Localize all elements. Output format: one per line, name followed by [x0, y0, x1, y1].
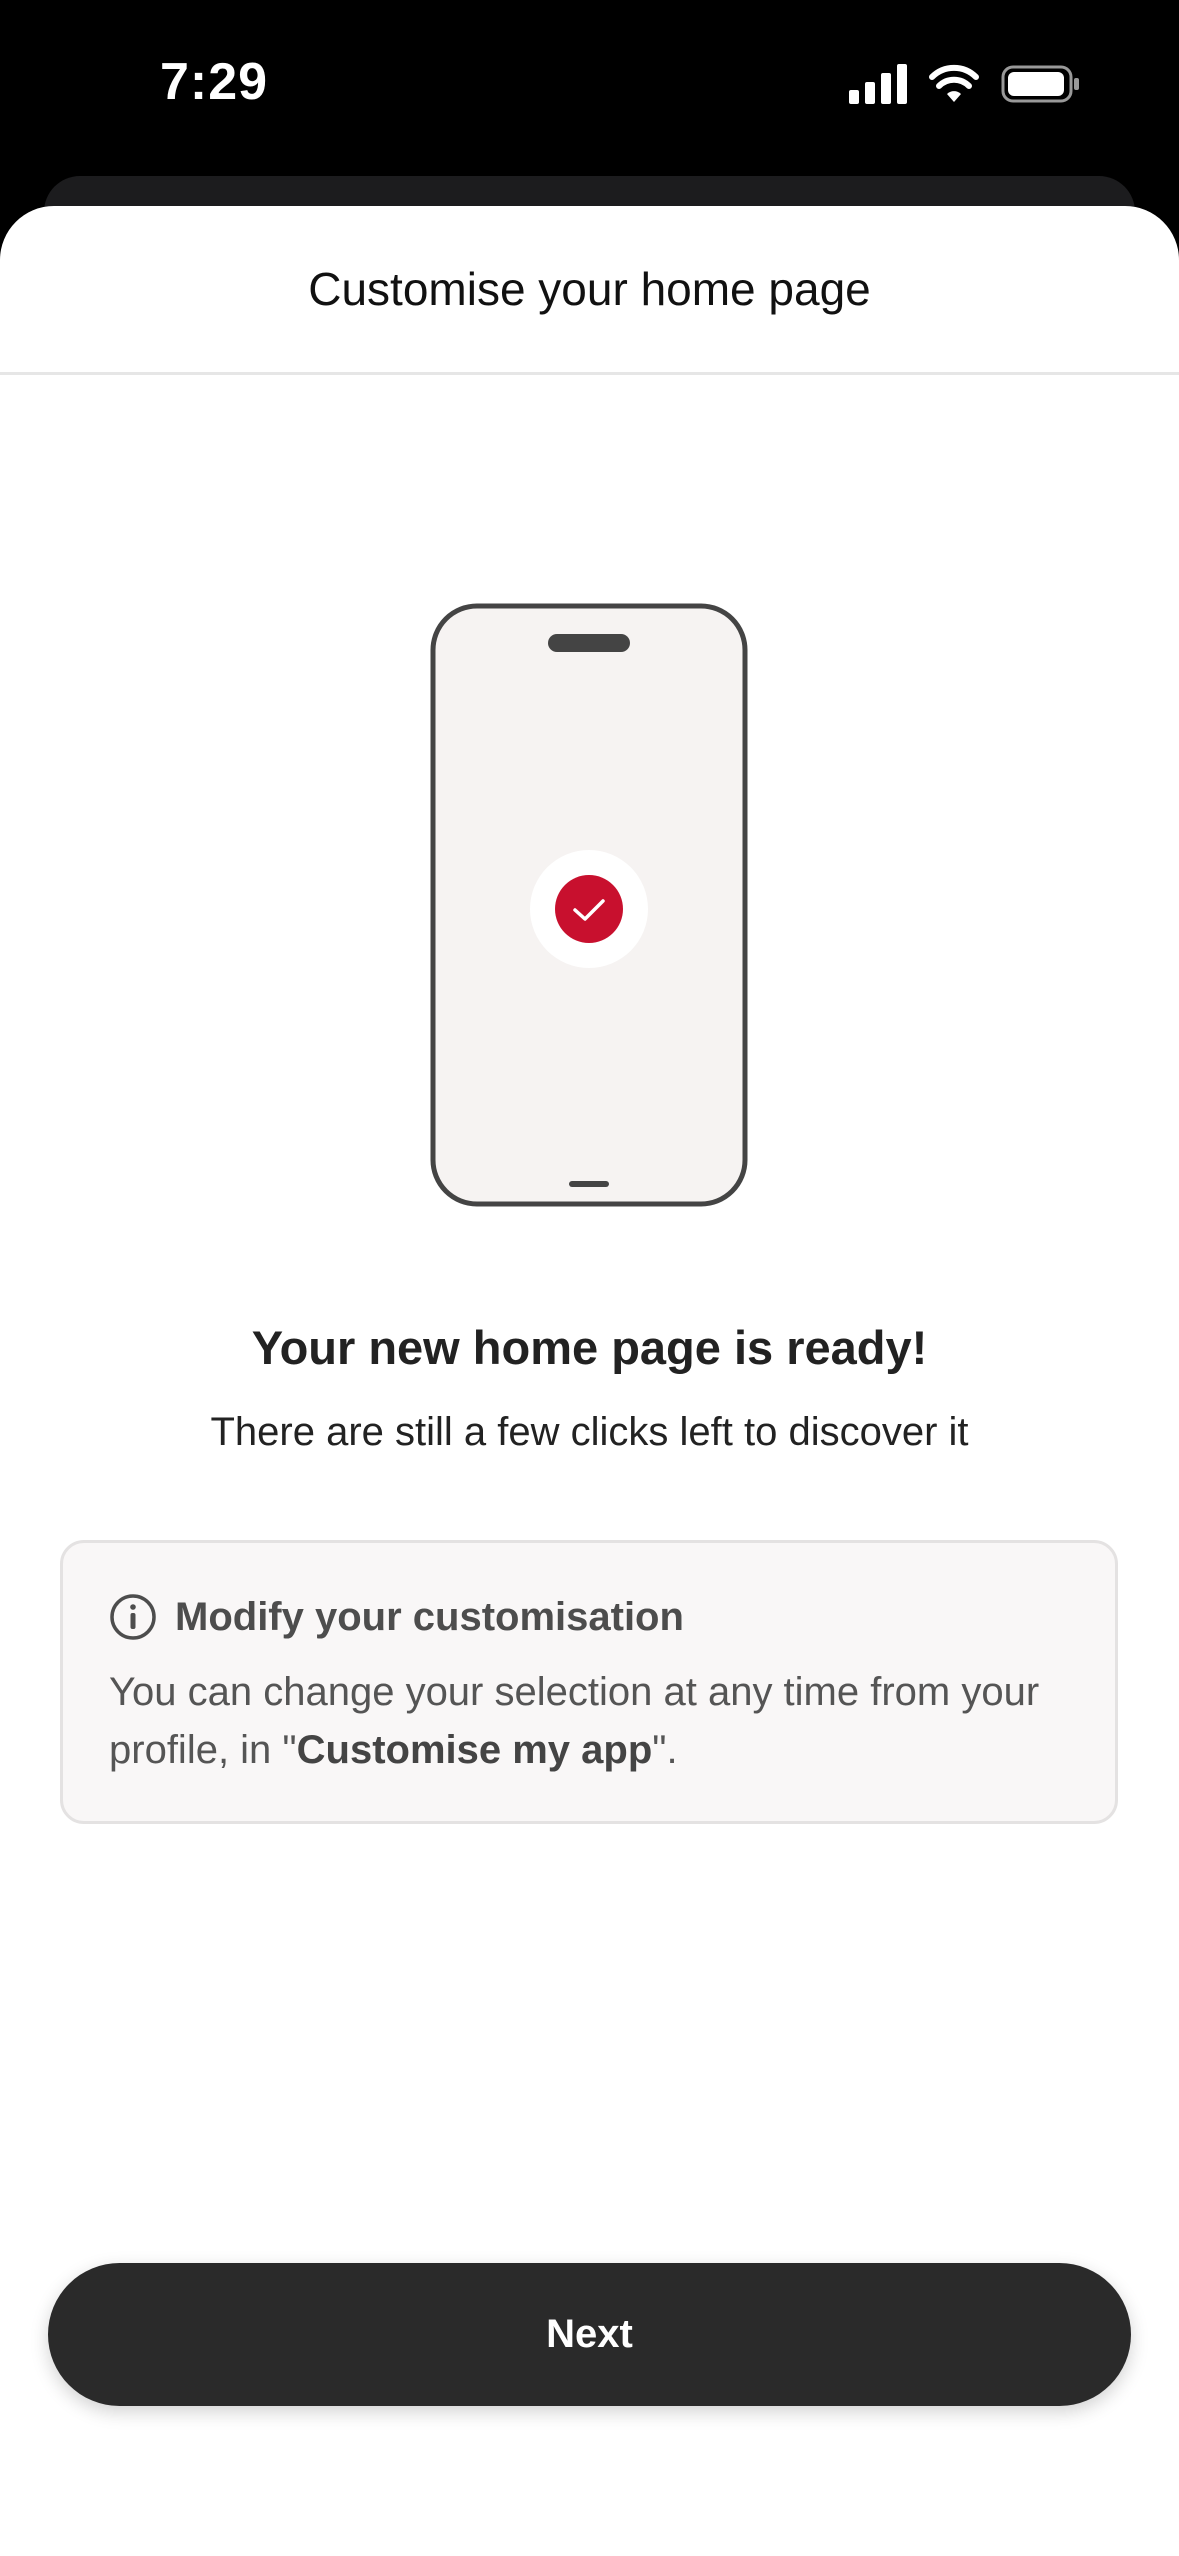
- customise-my-app-link-text: Customise my app: [296, 1728, 653, 1772]
- status-bar: 7:29: [0, 0, 1179, 180]
- ready-headline: Your new home page is ready!: [251, 1321, 928, 1374]
- check-badge: [555, 875, 623, 943]
- info-icon: [110, 1594, 156, 1640]
- info-body: You can change your selection at any tim…: [109, 1663, 1071, 1779]
- info-card: Modify your customisation You can change…: [60, 1540, 1118, 1824]
- signal-icon: [849, 64, 907, 104]
- sheet-header: Customise your home page: [0, 206, 1179, 375]
- next-button[interactable]: Next: [48, 2263, 1131, 2406]
- phone-check-illustration: [430, 603, 748, 1207]
- info-title-row: Modify your customisation: [109, 1591, 1071, 1643]
- sheet-title: Customise your home page: [308, 263, 871, 315]
- status-time: 7:29: [160, 53, 269, 111]
- wifi-icon: [929, 64, 979, 102]
- info-title: Modify your customisation: [175, 1594, 684, 1639]
- info-body-suffix: ".: [652, 1728, 678, 1772]
- phone-home-indicator: [569, 1181, 609, 1187]
- phone-notch: [548, 634, 630, 652]
- battery-icon: [1001, 65, 1079, 103]
- ready-subtext: There are still a few clicks left to dis…: [210, 1410, 969, 1454]
- customise-sheet: Customise your home page: [0, 206, 1179, 2556]
- status-icons: [849, 64, 1081, 104]
